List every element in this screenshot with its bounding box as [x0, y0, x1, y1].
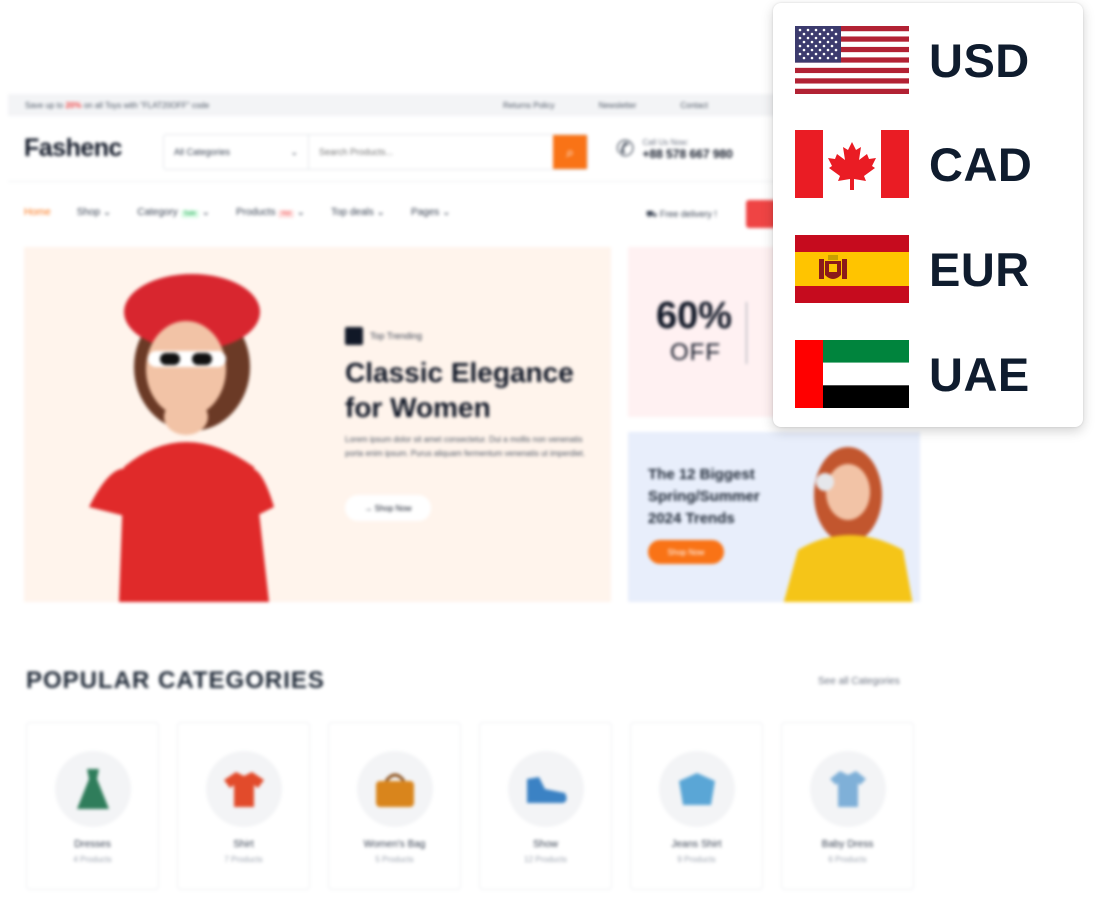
- discount-percent: 60%: [656, 295, 733, 337]
- popular-categories-title: POPULAR CATEGORIES: [26, 667, 325, 694]
- currency-option-cad[interactable]: CAD: [795, 129, 1065, 199]
- call-label: Call Us Now:: [642, 137, 689, 147]
- category-card[interactable]: Baby Dress 6 Products: [781, 722, 914, 890]
- category-count: 6 Products: [828, 855, 867, 864]
- nav-products-label: Products: [235, 207, 276, 218]
- trends-girl-image: [783, 447, 913, 602]
- shoe-icon: [527, 777, 567, 803]
- bag-icon: [376, 773, 414, 807]
- trends-title: The 12 Biggest Spring/Summer 2024 Trends: [648, 466, 760, 527]
- category-icon-circle: [55, 751, 131, 827]
- hero-tag: Top Trending: [345, 327, 422, 345]
- free-delivery: ⛟ Free delivery !: [646, 209, 717, 221]
- jeans-shirt-icon: [679, 773, 715, 805]
- hot-badge: Hot: [278, 210, 294, 218]
- dress-icon: [77, 769, 109, 809]
- promo-percent: 20%: [65, 101, 82, 110]
- hero-description: Lorem ipsum dolor sit amet consectetur. …: [345, 435, 586, 458]
- category-count: 12 Products: [524, 855, 567, 864]
- truck-icon: ⛟: [646, 209, 658, 219]
- tag-icon: [345, 327, 363, 345]
- trends-promo: The 12 Biggest Spring/Summer 2024 Trends…: [628, 432, 920, 602]
- link-returns[interactable]: Returns Policy: [503, 101, 555, 110]
- category-icon-circle: [508, 751, 584, 827]
- nav-top-deals-label: Top deals: [330, 207, 374, 218]
- category-card[interactable]: Women's Bag 5 Products: [328, 722, 461, 890]
- discount-off: OFF: [670, 339, 721, 366]
- nav-shop-label: Shop: [76, 207, 101, 218]
- chevron-down-icon: ⌄: [290, 147, 298, 157]
- phone-icon: ✆: [616, 136, 635, 161]
- promo-post: on all Toys with "FLAT20OFF" code: [83, 101, 210, 110]
- category-name: Baby Dress: [821, 839, 874, 850]
- hero-shop-now-button[interactable]: → Shop Now: [345, 495, 431, 521]
- category-name: Women's Bag: [363, 839, 426, 850]
- trends-shop-now-button[interactable]: Shop Now: [648, 540, 724, 564]
- category-card[interactable]: Show 12 Products: [479, 722, 612, 890]
- nav-top-deals[interactable]: Top deals ⌄: [331, 207, 385, 218]
- canada-flag-icon: [795, 130, 909, 198]
- call-us: ✆ Call Us Now: +88 578 667 980: [616, 136, 733, 162]
- category-name: Show: [532, 839, 558, 850]
- nav-home[interactable]: Home: [24, 207, 51, 218]
- category-count: 5 Products: [375, 855, 414, 864]
- currency-option-eur[interactable]: EUR: [795, 234, 1065, 304]
- category-list: Dresses 4 Products Shirt 7 Products Wome…: [26, 722, 914, 890]
- spain-flag-icon: [795, 235, 909, 303]
- nav-category-label: Category: [137, 207, 178, 218]
- phone-number[interactable]: +88 578 667 980: [642, 147, 732, 161]
- uae-flag-icon: [795, 340, 909, 408]
- nav-category[interactable]: Category Sale ⌄: [137, 207, 210, 218]
- category-card[interactable]: Dresses 4 Products: [26, 722, 159, 890]
- search-input[interactable]: [309, 135, 553, 169]
- category-select-label: All Categories: [174, 147, 231, 157]
- nav-pages-label: Pages: [410, 207, 440, 218]
- link-newsletter[interactable]: Newsletter: [599, 101, 637, 110]
- category-icon-circle: [357, 751, 433, 827]
- hero-title: Classic Elegance for Women: [345, 357, 574, 423]
- baby-dress-icon: [830, 771, 866, 807]
- hero-tag-label: Top Trending: [370, 331, 423, 341]
- category-icon-circle: [810, 751, 886, 827]
- red-action-button[interactable]: [746, 200, 776, 228]
- category-card[interactable]: Jeans Shirt 9 Products: [630, 722, 763, 890]
- promo-text: Save up to 20% on all Toys with "FLAT20O…: [25, 101, 209, 110]
- promo-divider: [746, 302, 747, 364]
- category-count: 7 Products: [224, 855, 263, 864]
- nav-pages[interactable]: Pages ⌄: [411, 207, 451, 218]
- currency-dropdown: USD CAD EUR UAE: [773, 3, 1083, 427]
- category-count: 9 Products: [677, 855, 716, 864]
- search-icon: ⌕: [566, 143, 574, 160]
- hero-woman-image: [89, 274, 274, 602]
- category-count: 4 Products: [73, 855, 112, 864]
- hero-banner: Top Trending Classic Elegance for Women …: [24, 247, 611, 602]
- currency-code: USD: [929, 33, 1030, 87]
- sale-badge: Sale: [180, 210, 199, 218]
- category-icon-circle: [206, 751, 282, 827]
- currency-code: EUR: [929, 242, 1030, 296]
- link-contact[interactable]: Contact: [680, 101, 708, 110]
- category-icon-circle: [659, 751, 735, 827]
- currency-option-uae[interactable]: UAE: [795, 339, 1065, 409]
- category-name: Jeans Shirt: [671, 839, 722, 850]
- category-name: Shirt: [233, 839, 254, 850]
- site-logo[interactable]: Fashenc: [24, 134, 122, 163]
- nav-products[interactable]: Products Hot ⌄: [236, 207, 305, 218]
- search-button[interactable]: ⌕: [553, 135, 587, 169]
- promo-pre: Save up to: [25, 101, 64, 110]
- currency-option-usd[interactable]: USD: [795, 25, 1065, 95]
- category-card[interactable]: Shirt 7 Products: [177, 722, 310, 890]
- search-bar: All Categories ⌄ ⌕: [163, 134, 588, 170]
- currency-code: UAE: [929, 347, 1030, 401]
- category-name: Dresses: [74, 839, 111, 850]
- category-select[interactable]: All Categories ⌄: [164, 135, 309, 169]
- top-links: Returns Policy Newsletter Contact: [503, 101, 708, 110]
- nav-shop[interactable]: Shop ⌄: [77, 207, 112, 218]
- see-all-categories-link[interactable]: See all Categories: [818, 676, 900, 687]
- free-delivery-label: Free delivery !: [659, 209, 717, 219]
- us-flag-icon: [795, 26, 909, 94]
- currency-code: CAD: [929, 137, 1033, 191]
- shirt-icon: [224, 772, 264, 807]
